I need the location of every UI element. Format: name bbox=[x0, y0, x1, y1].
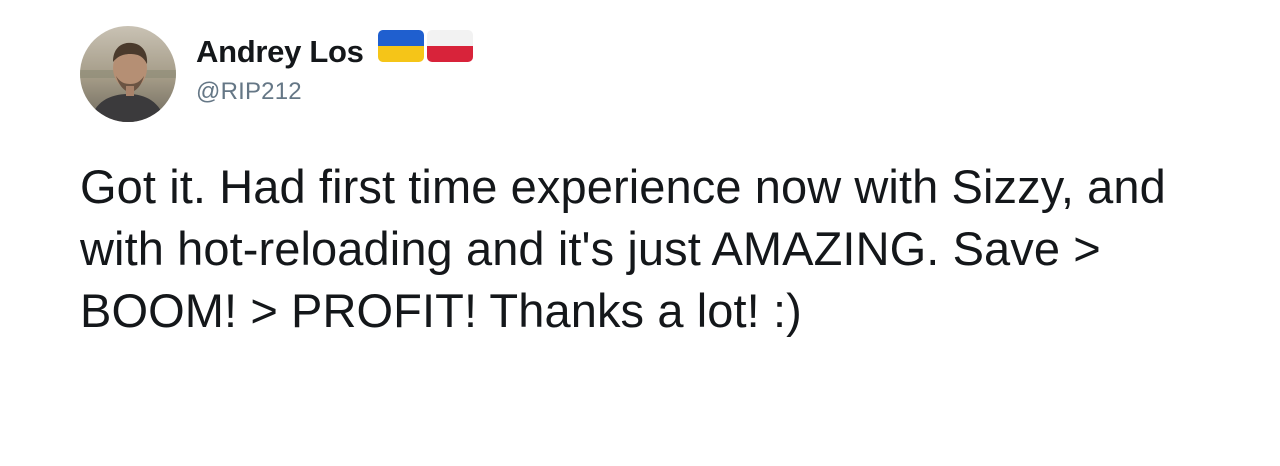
tweet-text: Got it. Had first time experience now wi… bbox=[80, 160, 1166, 337]
avatar[interactable] bbox=[80, 26, 176, 122]
display-name[interactable]: Andrey Los bbox=[196, 34, 364, 70]
poland-flag-icon bbox=[426, 30, 473, 62]
name-row: Andrey Los bbox=[196, 30, 476, 72]
user-handle[interactable]: @RIP212 bbox=[196, 78, 476, 106]
tweet-card: Andrey Los @RIP212 Got it. Had first tim… bbox=[0, 0, 1280, 466]
tweet-header: Andrey Los @RIP212 bbox=[80, 26, 476, 122]
ukraine-flag-icon bbox=[377, 30, 424, 62]
flag-group bbox=[377, 30, 476, 62]
user-info: Andrey Los @RIP212 bbox=[196, 30, 476, 106]
